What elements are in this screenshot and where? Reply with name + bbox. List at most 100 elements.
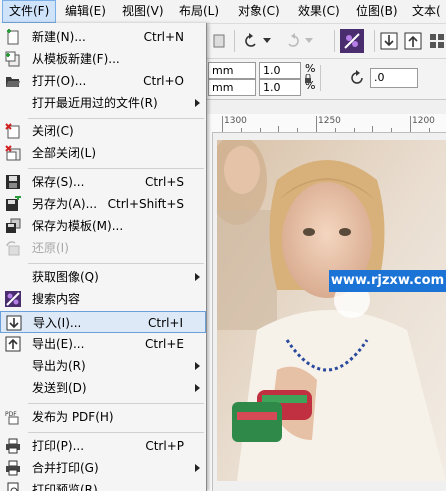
standard-toolbar — [206, 24, 446, 59]
menu-item-new[interactable]: 新建(N)... Ctrl+N — [0, 26, 206, 48]
menu-effects[interactable]: 效果(C) — [292, 0, 346, 23]
menu-item-shortcut: Ctrl+N — [143, 30, 184, 44]
menu-item-save-as-template[interactable]: 保存为模板(M)... — [0, 215, 206, 237]
menu-item-save-as[interactable]: 另存为(A)... Ctrl+Shift+S — [0, 193, 206, 215]
menu-item-label: 还原(I) — [32, 241, 69, 255]
export-icon — [5, 336, 21, 352]
export-icon[interactable] — [402, 30, 424, 52]
save-template-icon — [5, 218, 21, 234]
menu-item-print-preview[interactable]: 打印预览(R) — [0, 479, 206, 491]
menu-item-label: 发布为 PDF(H) — [32, 410, 114, 424]
menu-item-label: 打印预览(R) — [32, 483, 98, 491]
vertical-ruler — [206, 132, 213, 491]
menu-item-label: 发送到(D) — [32, 381, 87, 395]
menu-separator — [28, 432, 204, 433]
new-from-template-icon — [5, 51, 21, 67]
menu-item-acquire-image[interactable]: 获取图像(Q) — [0, 266, 206, 288]
submenu-arrow-icon — [195, 273, 200, 281]
menu-item-import[interactable]: 导入(I)... Ctrl+I — [0, 311, 206, 333]
close-all-icon — [5, 145, 21, 161]
ruler-label: 1250 — [318, 116, 341, 126]
menu-item-shortcut: Ctrl+I — [148, 316, 183, 330]
menu-item-print-merge[interactable]: 合并打印(G) — [0, 457, 206, 479]
undo-icon[interactable] — [240, 30, 262, 52]
menu-item-open[interactable]: 打开(O)... Ctrl+O — [0, 70, 206, 92]
menu-item-export[interactable]: 导出(E)... Ctrl+E — [0, 333, 206, 355]
property-bar: mm mm 1.0 1.0 % % .0 — [206, 59, 446, 100]
menu-item-shortcut: Ctrl+P — [145, 439, 184, 453]
redo-icon[interactable] — [282, 30, 304, 52]
application-launcher-icon[interactable] — [426, 30, 446, 52]
watermark-label: www.rjzxw.com — [329, 270, 446, 292]
pdf-icon: PDF — [5, 409, 21, 425]
canvas-photo-girl[interactable] — [217, 140, 446, 481]
menu-item-shortcut: Ctrl+O — [143, 74, 184, 88]
menu-separator — [28, 263, 204, 264]
import-icon[interactable] — [378, 30, 400, 52]
menu-item-label: 保存为模板(M)... — [32, 219, 124, 233]
menu-item-close-all[interactable]: 全部关闭(L) — [0, 142, 206, 164]
menu-item-save[interactable]: 保存(S)... Ctrl+S — [0, 171, 206, 193]
new-document-icon — [5, 29, 21, 45]
menu-bitmaps[interactable]: 位图(B) — [350, 0, 404, 23]
object-height-field[interactable]: mm — [208, 79, 256, 96]
rotation-icon — [346, 67, 368, 89]
search-content-icon[interactable] — [340, 29, 364, 53]
menu-item-search-content[interactable]: 搜索内容 — [0, 288, 206, 310]
submenu-arrow-icon — [195, 464, 200, 472]
menu-layout[interactable]: 布局(L) — [173, 0, 225, 23]
menu-edit[interactable]: 编辑(E) — [59, 0, 112, 23]
menu-view[interactable]: 视图(V) — [116, 0, 170, 23]
menu-item-label: 导出(E)... — [32, 337, 85, 351]
menu-item-publish-pdf[interactable]: PDF 发布为 PDF(H) — [0, 406, 206, 428]
submenu-arrow-icon — [195, 384, 200, 392]
import-icon — [6, 315, 22, 331]
ruler-label: 1300 — [224, 116, 247, 126]
submenu-arrow-icon — [195, 362, 200, 370]
menu-file[interactable]: 文件(F) — [2, 0, 57, 23]
menu-item-export-for[interactable]: 导出为(R) — [0, 355, 206, 377]
menu-item-open-recent[interactable]: 打开最近用过的文件(R) — [0, 92, 206, 114]
menu-item-label: 从模板新建(F)... — [32, 52, 120, 66]
menu-item-label: 搜索内容 — [32, 292, 81, 306]
lock-ratio-icon[interactable] — [302, 73, 314, 85]
menu-item-label: 导出为(R) — [32, 359, 86, 373]
rotation-angle-field[interactable]: .0 — [370, 68, 418, 88]
menu-item-label: 另存为(A)... — [32, 197, 98, 211]
menu-item-print[interactable]: 打印(P)... Ctrl+P — [0, 435, 206, 457]
undo-dropdown-icon[interactable] — [262, 30, 272, 52]
menu-item-label: 打印(P)... — [32, 439, 85, 453]
scale-y-field[interactable]: 1.0 — [259, 79, 301, 96]
menu-item-label: 保存(S)... — [32, 175, 85, 189]
horizontal-ruler: 1300 1250 1200 — [206, 114, 446, 133]
menu-item-label: 打开(O)... — [32, 74, 87, 88]
save-icon — [5, 174, 21, 190]
menu-item-revert[interactable]: 还原(I) — [0, 237, 206, 259]
close-document-icon — [5, 123, 21, 139]
object-width-field[interactable]: mm — [208, 62, 256, 79]
menu-separator — [28, 118, 204, 119]
menu-object[interactable]: 对象(C) — [232, 0, 286, 23]
scale-x-field[interactable]: 1.0 — [259, 62, 301, 79]
menu-text[interactable]: 文本( — [406, 0, 446, 23]
menu-item-shortcut: Ctrl+Shift+S — [107, 197, 184, 211]
file-menu-dropdown: 新建(N)... Ctrl+N 从模板新建(F)... 打开(O)... Ctr… — [0, 23, 207, 491]
menu-item-shortcut: Ctrl+E — [145, 337, 184, 351]
menu-item-shortcut: Ctrl+S — [144, 175, 184, 189]
menu-item-close[interactable]: 关闭(C) — [0, 120, 206, 142]
merge-print-icon — [5, 460, 21, 476]
menu-separator — [28, 168, 204, 169]
menu-separator — [28, 403, 204, 404]
menu-item-label: 导入(I)... — [33, 316, 82, 330]
menu-item-send-to[interactable]: 发送到(D) — [0, 377, 206, 399]
revert-icon — [5, 240, 21, 256]
menu-item-label: 合并打印(G) — [32, 461, 99, 475]
redo-dropdown-icon[interactable] — [304, 30, 314, 52]
toolbar-partial-icon[interactable] — [208, 30, 230, 52]
menu-bar: 文件(F) 编辑(E) 视图(V) 布局(L) 对象(C) 效果(C) 位图(B… — [0, 0, 446, 24]
menu-item-label: 关闭(C) — [32, 124, 74, 138]
menu-item-new-from-template[interactable]: 从模板新建(F)... — [0, 48, 206, 70]
menu-item-label: 获取图像(Q) — [32, 270, 99, 284]
submenu-arrow-icon — [195, 99, 200, 107]
print-icon — [5, 438, 21, 454]
